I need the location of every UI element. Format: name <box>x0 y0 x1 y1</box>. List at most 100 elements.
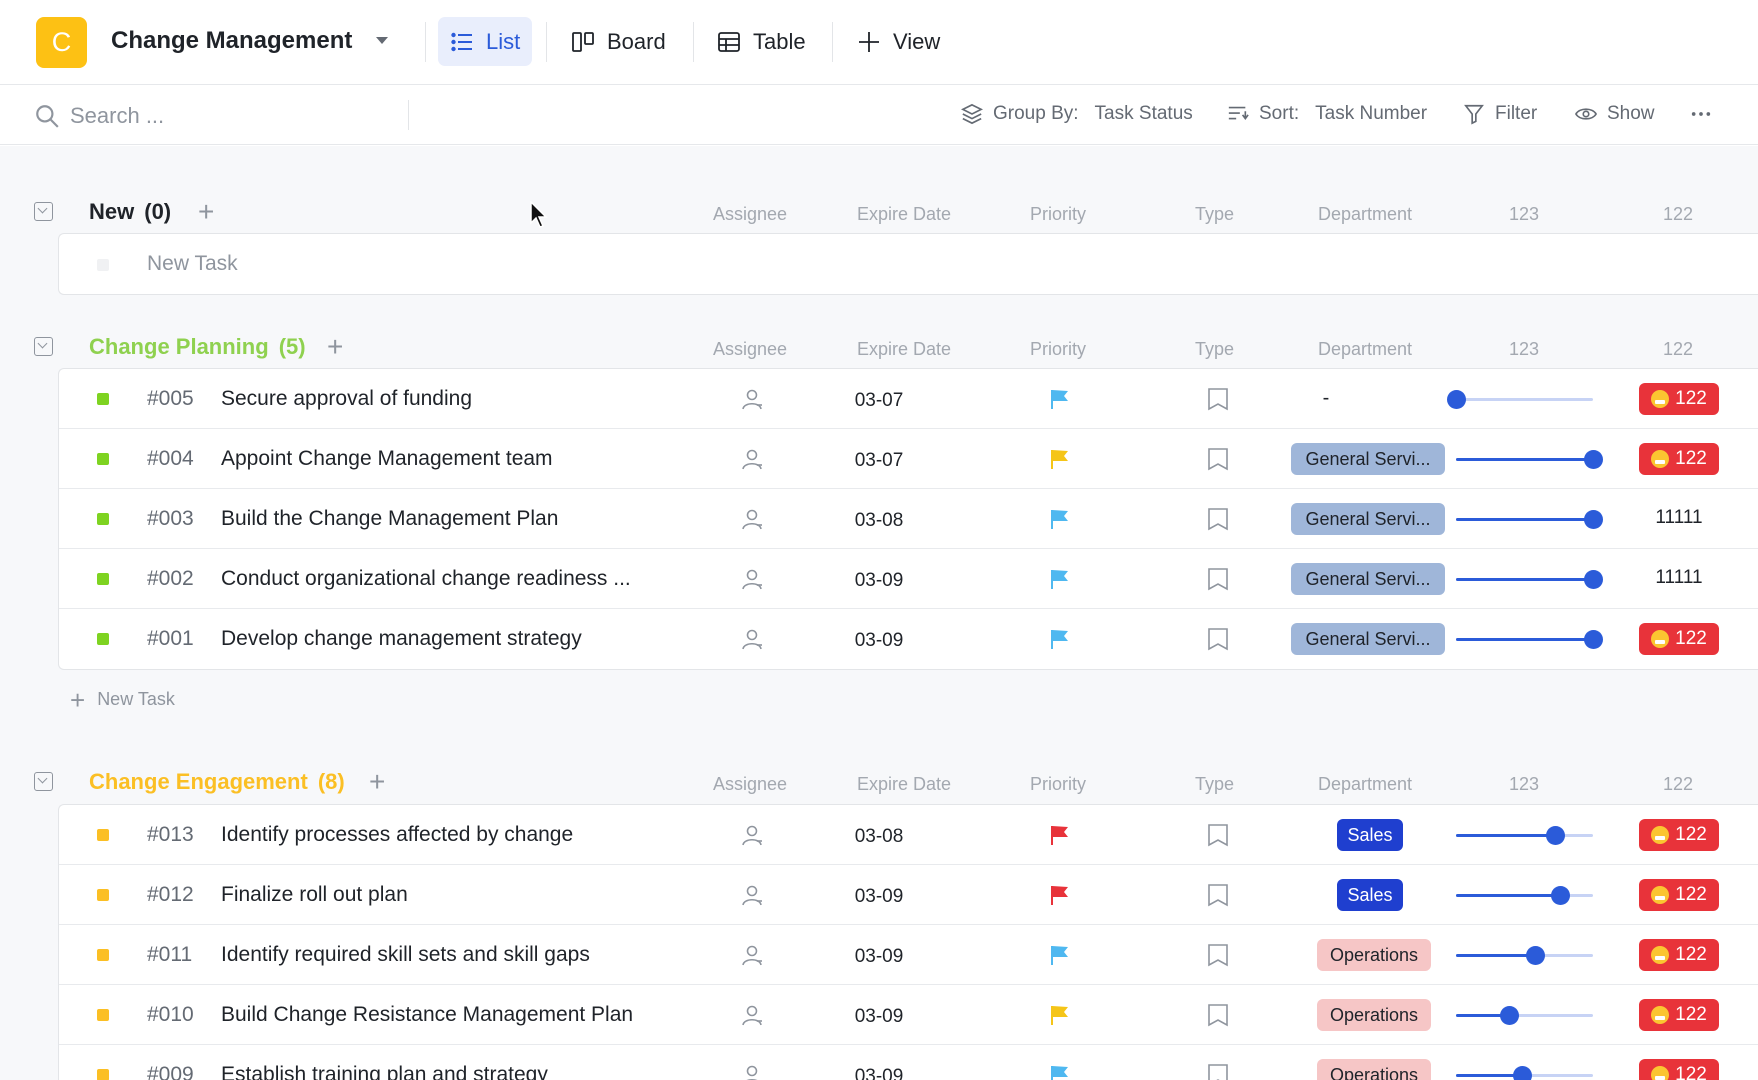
value-text[interactable]: 11111 <box>1639 507 1719 529</box>
value-badge[interactable]: 122 <box>1639 819 1719 851</box>
department-tag[interactable]: Sales <box>1337 819 1403 851</box>
expire-date[interactable]: 03-07 <box>829 450 929 472</box>
expire-date[interactable]: 03-07 <box>829 390 929 412</box>
add-view-button[interactable]: View <box>845 17 952 66</box>
chevron-down-icon[interactable] <box>376 37 388 44</box>
type-icon[interactable] <box>1206 823 1230 847</box>
department-tag[interactable]: General Servi... <box>1291 443 1445 475</box>
department-tag[interactable]: Sales <box>1337 879 1403 911</box>
tab-board[interactable]: Board <box>559 17 678 66</box>
task-row[interactable]: #012 Finalize roll out plan 03-09 Sales 122 <box>59 865 1758 925</box>
progress-slider[interactable] <box>1456 886 1593 905</box>
assignee-icon[interactable] <box>740 507 764 531</box>
group-by-button[interactable]: Group By: Task Status <box>961 103 1193 125</box>
task-name[interactable]: Secure approval of funding <box>221 387 472 411</box>
value-badge[interactable]: 122 <box>1639 443 1719 475</box>
task-name[interactable]: Identify processes affected by change <box>221 823 573 847</box>
value-badge[interactable]: 122 <box>1639 999 1719 1031</box>
department-tag[interactable]: Operations <box>1317 1059 1431 1080</box>
task-row[interactable]: #004 Appoint Change Management team 03-07 G… <box>59 429 1758 489</box>
expire-date[interactable]: 03-09 <box>829 886 929 908</box>
type-icon[interactable] <box>1206 387 1230 411</box>
expire-date[interactable]: 03-09 <box>829 570 929 592</box>
task-row[interactable]: #009 Establish training plan and strategy… <box>59 1045 1758 1080</box>
assignee-icon[interactable] <box>740 883 764 907</box>
assignee-icon[interactable] <box>740 823 764 847</box>
task-row[interactable]: #010 Build Change Resistance Management P… <box>59 985 1758 1045</box>
progress-slider[interactable] <box>1447 390 1593 409</box>
progress-slider[interactable] <box>1456 946 1593 965</box>
value-badge[interactable]: 122 <box>1639 383 1719 415</box>
slider-handle[interactable] <box>1512 1066 1532 1080</box>
collapse-toggle[interactable] <box>34 772 53 791</box>
add-task-button[interactable]: + <box>198 196 214 228</box>
page-title[interactable]: Change Management <box>111 27 352 55</box>
progress-slider[interactable] <box>1456 630 1603 649</box>
slider-handle[interactable] <box>1584 570 1603 589</box>
add-task-link[interactable]: + New Task <box>70 687 175 713</box>
progress-slider[interactable] <box>1456 1006 1593 1025</box>
collapse-toggle[interactable] <box>34 337 53 356</box>
type-icon[interactable] <box>1206 567 1230 591</box>
tab-list[interactable]: List <box>438 17 533 66</box>
slider-handle[interactable] <box>1526 946 1546 965</box>
task-row[interactable]: #002 Conduct organizational change readin… <box>59 549 1758 609</box>
slider-handle[interactable] <box>1584 630 1603 649</box>
priority-flag-icon[interactable] <box>1049 884 1071 906</box>
priority-flag-icon[interactable] <box>1049 824 1071 846</box>
task-name[interactable]: Build Change Resistance Management Plan <box>221 1003 633 1027</box>
progress-slider[interactable] <box>1456 570 1603 589</box>
slider-handle[interactable] <box>1447 390 1466 409</box>
task-name[interactable]: Finalize roll out plan <box>221 883 408 907</box>
priority-flag-icon[interactable] <box>1049 944 1071 966</box>
progress-slider[interactable] <box>1456 450 1603 469</box>
slider-handle[interactable] <box>1545 826 1565 845</box>
new-task-placeholder[interactable]: New Task <box>147 252 238 276</box>
tab-table[interactable]: Table <box>705 17 818 66</box>
priority-flag-icon[interactable] <box>1049 568 1071 590</box>
collapse-toggle[interactable] <box>34 202 53 221</box>
search-input[interactable] <box>70 99 390 133</box>
value-badge[interactable]: 122 <box>1639 1059 1719 1080</box>
priority-flag-icon[interactable] <box>1049 448 1071 470</box>
progress-slider[interactable] <box>1456 1066 1593 1080</box>
app-badge[interactable]: C <box>36 17 87 68</box>
type-icon[interactable] <box>1206 1003 1230 1027</box>
department-tag[interactable]: General Servi... <box>1291 503 1445 535</box>
priority-flag-icon[interactable] <box>1049 388 1071 410</box>
task-row[interactable]: #011 Identify required skill sets and ski… <box>59 925 1758 985</box>
department-tag[interactable]: General Servi... <box>1291 563 1445 595</box>
assignee-icon[interactable] <box>740 1063 764 1080</box>
type-icon[interactable] <box>1206 943 1230 967</box>
priority-flag-icon[interactable] <box>1049 628 1071 650</box>
progress-slider[interactable] <box>1456 826 1593 845</box>
new-task-row[interactable]: New Task <box>59 234 1758 294</box>
type-icon[interactable] <box>1206 627 1230 651</box>
add-task-button[interactable]: + <box>369 766 385 798</box>
value-badge[interactable]: 122 <box>1639 939 1719 971</box>
task-name[interactable]: Conduct organizational change readiness … <box>221 567 631 591</box>
more-options-button[interactable] <box>1690 103 1712 125</box>
task-name[interactable]: Appoint Change Management team <box>221 447 553 471</box>
task-row[interactable]: #005 Secure approval of funding 03-07 - 122 <box>59 369 1758 429</box>
expire-date[interactable]: 03-09 <box>829 630 929 652</box>
slider-handle[interactable] <box>1551 886 1571 905</box>
slider-handle[interactable] <box>1584 510 1603 529</box>
task-row[interactable]: #013 Identify processes affected by chang… <box>59 805 1758 865</box>
assignee-icon[interactable] <box>740 387 764 411</box>
value-badge[interactable]: 122 <box>1639 879 1719 911</box>
task-name[interactable]: Establish training plan and strategy <box>221 1063 548 1080</box>
task-name[interactable]: Build the Change Management Plan <box>221 507 558 531</box>
assignee-icon[interactable] <box>740 943 764 967</box>
expire-date[interactable]: 03-09 <box>829 1006 929 1028</box>
progress-slider[interactable] <box>1456 510 1603 529</box>
expire-date[interactable]: 03-08 <box>829 510 929 532</box>
value-badge[interactable]: 122 <box>1639 623 1719 655</box>
priority-flag-icon[interactable] <box>1049 1004 1071 1026</box>
slider-handle[interactable] <box>1584 450 1603 469</box>
task-row[interactable]: #003 Build the Change Management Plan 03-0… <box>59 489 1758 549</box>
department-tag[interactable]: Operations <box>1317 939 1431 971</box>
department-tag[interactable]: Operations <box>1317 999 1431 1031</box>
task-row[interactable]: #001 Develop change management strategy 03… <box>59 609 1758 669</box>
type-icon[interactable] <box>1206 1063 1230 1080</box>
